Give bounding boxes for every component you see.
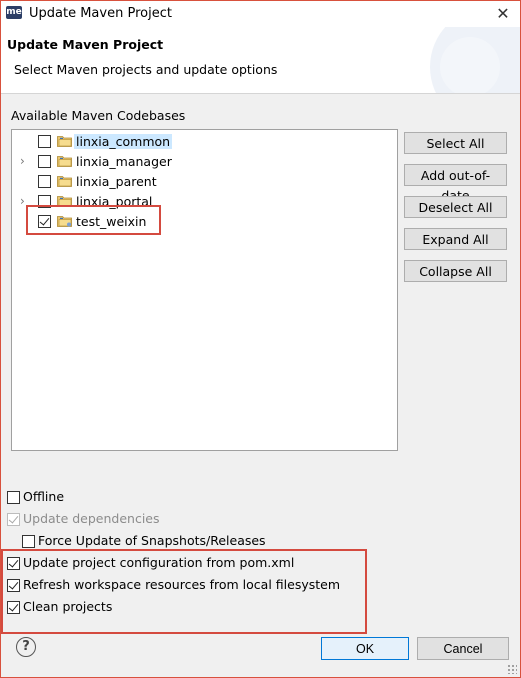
dialog-subtitle: Select Maven projects and update options [14,62,278,77]
refresh-workspace-label: Refresh workspace resources from local f… [23,577,341,592]
expand-all-button[interactable]: Expand All [404,228,507,250]
tree-item-label: test_weixin [76,214,147,229]
deselect-all-button[interactable]: Deselect All [404,196,507,218]
tree-item-checkbox[interactable] [38,175,51,188]
tree-item-test-weixin[interactable]: test_weixin [12,212,392,232]
refresh-workspace-checkbox[interactable] [7,579,20,592]
chevron-right-icon[interactable]: › [20,195,30,207]
codebases-tree[interactable]: linxia_common › linxia_manager linxia_pa… [11,129,398,451]
tree-item-label: linxia_manager [76,154,172,169]
cancel-button[interactable]: Cancel [417,637,509,660]
offline-checkbox[interactable] [7,491,20,504]
ok-button[interactable]: OK [321,637,409,660]
update-config-checkbox[interactable] [7,557,20,570]
select-all-button[interactable]: Select All [404,132,507,154]
window-title: Update Maven Project [29,6,172,21]
project-folder-icon [57,136,72,147]
clean-projects-checkbox[interactable] [7,601,20,614]
add-out-of-date-button[interactable]: Add out-of-date [404,164,507,203]
tree-item-label: linxia_parent [76,174,157,189]
dialog-banner: Update Maven Project Select Maven projec… [1,27,520,94]
tree-item-checkbox[interactable] [38,155,51,168]
offline-label: Offline [23,489,65,504]
force-update-checkbox[interactable] [22,535,35,548]
force-update-label: Force Update of Snapshots/Releases [38,533,266,548]
project-folder-icon [57,156,72,167]
update-dependencies-checkbox [7,513,20,526]
close-button[interactable]: ✕ [489,2,517,26]
resize-grip-icon[interactable] [507,664,517,674]
update-dependencies-label: Update dependencies [23,511,160,526]
codebases-label: Available Maven Codebases [11,108,186,123]
tree-item-linxia-parent[interactable]: linxia_parent [12,172,392,192]
maven-app-icon: me [6,6,22,19]
collapse-all-button[interactable]: Collapse All [404,260,507,282]
help-icon[interactable]: ? [16,637,36,657]
tree-item-linxia-common[interactable]: linxia_common [12,132,392,152]
tree-item-checkbox[interactable] [38,135,51,148]
tree-item-label: linxia_common [74,134,173,149]
project-folder-icon [57,196,72,207]
tree-item-checkbox[interactable] [38,195,51,208]
update-config-label: Update project configuration from pom.xm… [23,555,295,570]
title-bar: me Update Maven Project ✕ [1,1,520,27]
project-folder-icon [57,216,72,227]
tree-item-checkbox[interactable] [38,215,51,228]
chevron-right-icon[interactable]: › [20,155,30,167]
clean-projects-label: Clean projects [23,599,113,614]
tree-item-linxia-portal[interactable]: › linxia_portal [12,192,392,212]
project-folder-icon [57,176,72,187]
dialog-title: Update Maven Project [7,37,164,52]
tree-item-label: linxia_portal [76,194,153,209]
tree-item-linxia-manager[interactable]: › linxia_manager [12,152,392,172]
banner-decoration-inner [440,37,500,93]
